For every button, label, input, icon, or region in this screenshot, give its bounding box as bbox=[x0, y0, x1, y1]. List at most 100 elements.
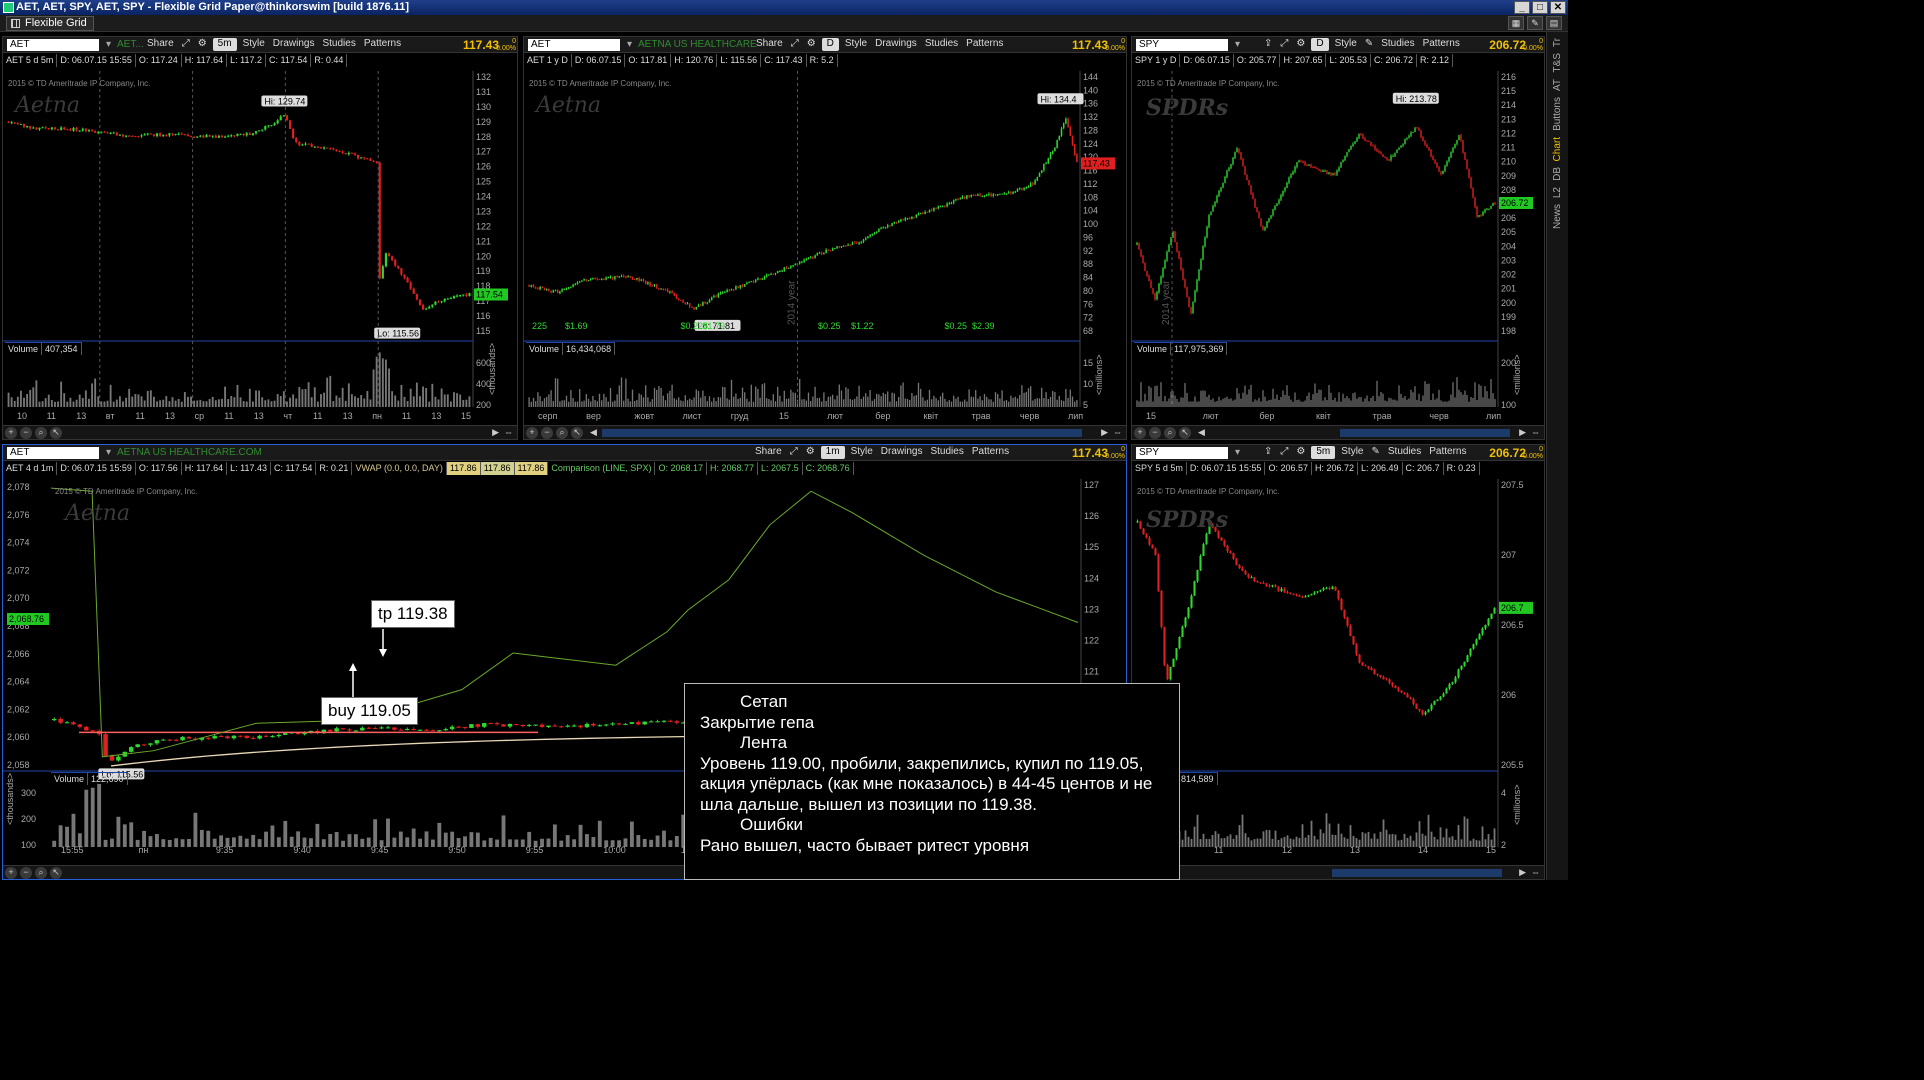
zoom-out-icon[interactable]: − bbox=[1149, 427, 1161, 439]
pin-icon[interactable]: ✎ bbox=[1527, 16, 1543, 30]
sidebar-tab-buttons[interactable]: Buttons bbox=[1552, 97, 1563, 131]
scroll-right-icon[interactable]: ▶ bbox=[1519, 427, 1526, 438]
x-tick-label: 15 bbox=[461, 411, 471, 421]
candle-body bbox=[1415, 703, 1418, 709]
candle-body bbox=[530, 285, 533, 287]
magnifier-icon[interactable]: ⌕ bbox=[1164, 427, 1176, 439]
candle-body bbox=[263, 735, 269, 737]
candle-body bbox=[449, 726, 455, 730]
candle-body bbox=[627, 276, 629, 278]
sidebar-tab-ts[interactable]: T&S bbox=[1552, 53, 1563, 72]
volume-bar bbox=[1187, 836, 1190, 847]
candle-body bbox=[1138, 243, 1140, 250]
candle-body bbox=[379, 727, 384, 729]
pointer-icon[interactable]: ↖ bbox=[50, 427, 62, 439]
candle-body bbox=[378, 162, 381, 279]
candle-body bbox=[1178, 636, 1181, 649]
candle-body bbox=[1382, 154, 1384, 158]
volume-bar bbox=[1328, 823, 1331, 847]
magnifier-icon[interactable]: ⌕ bbox=[35, 427, 47, 439]
zoom-in-icon[interactable]: + bbox=[5, 427, 17, 439]
volume-bar bbox=[32, 387, 35, 407]
price-chart[interactable]: 1441401361321281241201161121081041009692… bbox=[524, 37, 1127, 440]
candle-body bbox=[1144, 263, 1146, 271]
sidebar-tab-l2[interactable]: L2 bbox=[1552, 187, 1563, 198]
candle-body bbox=[1175, 648, 1178, 659]
candle-body bbox=[994, 194, 997, 196]
magnifier-icon[interactable]: ⌕ bbox=[35, 867, 47, 879]
volume-value: 122,690 bbox=[88, 773, 128, 785]
close-button[interactable]: ✕ bbox=[1550, 1, 1566, 14]
candle-body bbox=[230, 135, 233, 137]
candle-body bbox=[585, 279, 588, 281]
expand-icon[interactable]: ⇔ bbox=[504, 427, 513, 437]
candle-body bbox=[614, 276, 616, 279]
candle-body bbox=[913, 216, 915, 218]
y-tick-label: 207.5 bbox=[1501, 480, 1524, 490]
pointer-icon[interactable]: ↖ bbox=[571, 427, 583, 439]
volume-bar bbox=[84, 789, 89, 847]
scroll-right-icon[interactable]: ▶ bbox=[492, 427, 499, 438]
expand-icon[interactable]: ⇔ bbox=[1531, 867, 1540, 877]
candle-body bbox=[434, 301, 437, 305]
save-icon[interactable]: ▤ bbox=[1546, 16, 1562, 30]
volume-bar bbox=[26, 394, 29, 407]
candle-body bbox=[1292, 171, 1294, 175]
volume-bar bbox=[810, 400, 812, 407]
candle-body bbox=[583, 279, 585, 281]
minimize-button[interactable]: _ bbox=[1514, 1, 1530, 14]
volume-bar bbox=[415, 382, 418, 407]
dividend-label: $2.39 bbox=[972, 321, 995, 331]
candle-body bbox=[452, 296, 456, 299]
candle-body bbox=[636, 722, 641, 725]
volume-bar bbox=[1208, 839, 1211, 847]
candle-body bbox=[548, 289, 550, 291]
volume-bar bbox=[801, 399, 803, 407]
candle-body bbox=[1199, 555, 1202, 571]
zoom-out-icon[interactable]: − bbox=[541, 427, 553, 439]
volume-bar bbox=[1272, 388, 1274, 407]
candle-body bbox=[999, 193, 1001, 195]
volume-bar bbox=[1394, 834, 1397, 847]
magnifier-icon[interactable]: ⌕ bbox=[556, 427, 568, 439]
zoom-in-icon[interactable]: + bbox=[526, 427, 538, 439]
sidebar-tab-db[interactable]: DB bbox=[1552, 167, 1563, 181]
candle-body bbox=[462, 294, 465, 296]
zoom-out-icon[interactable]: − bbox=[20, 427, 32, 439]
volume-bar bbox=[81, 397, 84, 407]
zoom-in-icon[interactable]: + bbox=[1134, 427, 1146, 439]
scroll-right-icon[interactable]: ▶ bbox=[1101, 427, 1108, 438]
price-chart[interactable]: 1321311301291281271261251241231221211201… bbox=[3, 37, 518, 440]
sidebar-tab-at[interactable]: AT bbox=[1552, 79, 1563, 91]
scroll-left-icon[interactable]: ◀ bbox=[590, 427, 597, 438]
layout-icon[interactable]: ▦ bbox=[1508, 16, 1524, 30]
candle-body bbox=[972, 194, 975, 196]
volume-bar bbox=[1204, 390, 1206, 407]
scroll-right-icon[interactable]: ▶ bbox=[1519, 867, 1526, 878]
candle-body bbox=[1325, 587, 1328, 589]
scrollbar[interactable] bbox=[1332, 869, 1502, 877]
candle-body bbox=[578, 281, 581, 283]
expand-icon[interactable]: ⇔ bbox=[1531, 427, 1540, 437]
maximize-button[interactable]: □ bbox=[1532, 1, 1548, 14]
scrollbar[interactable] bbox=[1340, 429, 1510, 437]
volume-bar bbox=[482, 840, 487, 847]
expand-icon[interactable]: ⇔ bbox=[1113, 427, 1122, 437]
candle-body bbox=[84, 726, 89, 731]
scrollbar[interactable] bbox=[602, 429, 1082, 437]
pointer-icon[interactable]: ↖ bbox=[50, 867, 62, 879]
flexible-grid-tab[interactable]: Flexible Grid bbox=[6, 16, 94, 31]
scroll-left-icon[interactable]: ◀ bbox=[1198, 427, 1205, 438]
candle-body bbox=[1194, 290, 1196, 303]
zoom-out-icon[interactable]: − bbox=[20, 867, 32, 879]
candle-body bbox=[546, 725, 551, 727]
candle-body bbox=[783, 267, 786, 271]
volume-bar bbox=[84, 390, 87, 407]
pointer-icon[interactable]: ↖ bbox=[1179, 427, 1191, 439]
volume-bar bbox=[1298, 838, 1301, 847]
sidebar-tab-news[interactable]: News bbox=[1552, 204, 1563, 229]
sidebar-tab-chart[interactable]: Chart bbox=[1552, 137, 1563, 161]
y-tick-label: 127 bbox=[476, 147, 491, 157]
sidebar-tab-tr[interactable]: Tr bbox=[1552, 38, 1563, 47]
zoom-in-icon[interactable]: + bbox=[5, 867, 17, 879]
